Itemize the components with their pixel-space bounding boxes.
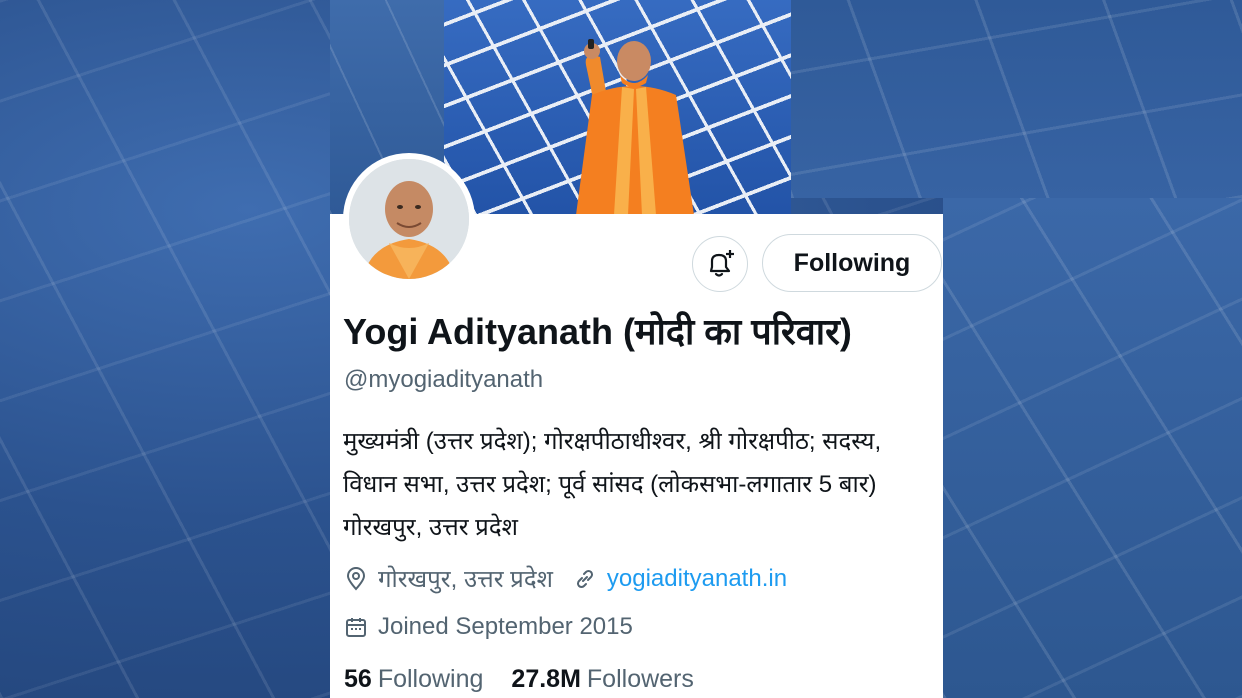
joined-date: Joined September 2015 [378,613,633,640]
link-icon [573,567,597,591]
followers-label: Followers [586,665,694,693]
background-panel [943,198,1242,698]
profile-handle: @myogiadityanath [344,366,544,393]
bio-line: विधान सभा, उत्तर प्रदेश; पूर्व सांसद (लो… [343,471,877,498]
following-label: Following [377,665,484,693]
bio-line: मुख्यमंत्री (उत्तर प्रदेश); गोरक्षपीठाधी… [343,428,882,455]
profile-bio: मुख्यमंत्री (उत्तर प्रदेश); गोरक्षपीठाधी… [343,420,938,549]
calendar-icon [344,615,368,639]
location-pin-icon [344,566,368,591]
website-link[interactable]: yogiadityanath.in [607,565,787,593]
profile-banner[interactable] [444,0,791,214]
profile-meta-row: गोरखपुर, उत्तर प्रदेश yogiadityanath.in [344,562,787,595]
location-text: गोरखपुर, उत्तर प्रदेश [378,566,553,593]
following-button[interactable]: Following [762,234,942,292]
avatar-image [349,159,469,279]
follow-stats: 56 Following 27.8M Followers [344,665,694,694]
banner-person-image [576,39,694,214]
followers-count: 27.8M [511,665,581,693]
following-count: 56 [344,665,372,693]
joined-row: Joined September 2015 [344,613,633,641]
bio-line: गोरखपुर, उत्तर प्रदेश [343,514,518,541]
background-panel [791,0,1242,198]
profile-avatar[interactable] [343,153,475,285]
followers-stat[interactable]: 27.8M Followers [511,665,693,694]
bell-plus-icon [709,250,734,277]
display-name: Yogi Adityanath (मोदी का परिवार) [343,311,852,352]
notifications-button[interactable] [692,236,748,292]
following-stat[interactable]: 56 Following [344,665,483,694]
